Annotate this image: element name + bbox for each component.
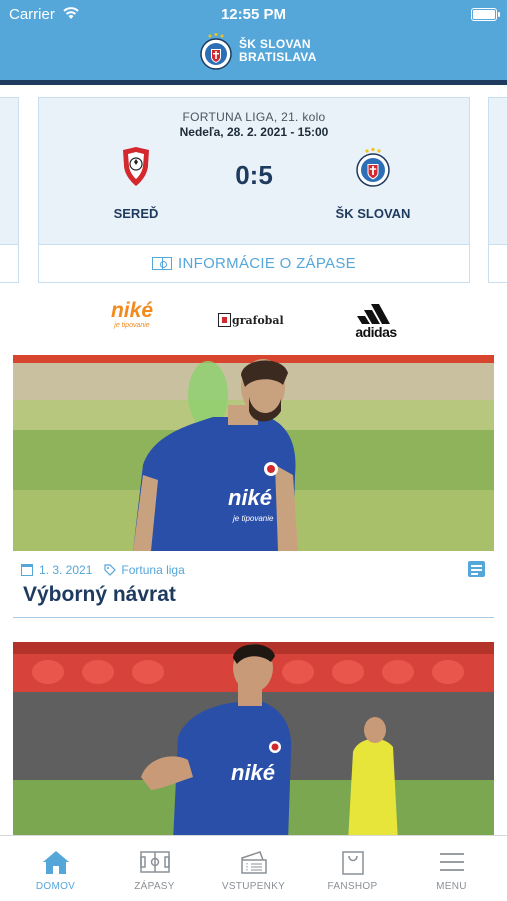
hamburger-icon — [440, 853, 464, 871]
shopping-bag-icon — [342, 851, 364, 875]
adidas-logo-word: adidas — [355, 324, 397, 340]
grafobal-sponsor-logo[interactable]: grafobal — [218, 310, 290, 330]
club-crest-icon — [200, 33, 232, 70]
news-article[interactable]: niké — [13, 642, 494, 842]
article-photo[interactable]: niké — [13, 642, 494, 842]
match-info-button[interactable]: INFORMÁCIE O ZÁPASE — [39, 244, 469, 282]
adidas-sponsor-logo[interactable]: adidas — [346, 300, 406, 345]
previous-match-card[interactable] — [0, 97, 19, 283]
clock: 12:55 PM — [220, 6, 287, 23]
article-divider — [13, 617, 494, 618]
article-photo-image: niké — [13, 642, 494, 842]
article-meta: 1. 3. 2021 Fortuna liga — [21, 563, 185, 577]
article-photo[interactable]: niké je tipovanie — [13, 355, 494, 551]
shirt-sponsor-text: niké — [231, 760, 275, 785]
nike-sponsor-logo[interactable]: niké je tipovanie — [110, 300, 154, 345]
app-header: Carrier 12:55 PM ŠK SLOVAN BRATISLAVA — [0, 0, 507, 80]
away-team-name: ŠK SLOVAN — [335, 206, 411, 221]
tab-domov[interactable]: DOMOV — [5, 836, 106, 901]
nike-logo-word: niké — [110, 299, 154, 322]
next-match-card[interactable] — [488, 97, 507, 283]
tab-bar: DOMOV ZÁPASY VSTUPENKY FANSHOP MENU — [0, 835, 507, 900]
brand[interactable]: ŠK SLOVAN BRATISLAVA — [0, 30, 507, 74]
grafobal-logo-word: grafobal — [232, 313, 284, 327]
shirt-sponsor-text: niké — [228, 485, 272, 510]
calendar-icon — [21, 564, 33, 576]
news-article[interactable]: niké je tipovanie 1. 3. 2021 Fortuna lig… — [13, 355, 494, 618]
article-category[interactable]: Fortuna liga — [121, 563, 184, 577]
sponsor-strip: niké je tipovanie grafobal adidas — [0, 300, 507, 345]
home-icon — [43, 851, 69, 874]
brand-title-line2: BRATISLAVA — [239, 50, 317, 64]
tab-vstupenky[interactable]: VSTUPENKY — [203, 836, 304, 901]
tab-label: VSTUPENKY — [221, 881, 286, 892]
article-date: 1. 3. 2021 — [39, 563, 93, 577]
nike-logo-tagline: je tipovanie — [114, 322, 150, 329]
match-carousel[interactable]: FORTUNA LIGA, 21. kolo Nedeľa, 28. 2. 20… — [0, 85, 507, 290]
tab-label: MENU — [436, 881, 467, 892]
tag-icon — [104, 564, 117, 576]
slovan-logo-icon — [356, 147, 390, 187]
tab-label: DOMOV — [35, 881, 76, 892]
grafobal-mark-icon — [218, 313, 231, 327]
article-title[interactable]: Výborný návrat — [23, 583, 176, 607]
article-photo-image: niké je tipovanie — [13, 355, 494, 551]
tab-fanshop[interactable]: FANSHOP — [302, 836, 403, 901]
shirt-sponsor-tagline: je tipovanie — [232, 514, 274, 523]
brand-title: ŠK SLOVAN BRATISLAVA — [239, 38, 317, 64]
tickets-icon — [241, 851, 267, 874]
match-competition: FORTUNA LIGA, 21. kolo — [182, 110, 326, 124]
match-info-label: INFORMÁCIE O ZÁPASE — [178, 255, 356, 272]
tab-label: FANSHOP — [327, 881, 378, 892]
battery-icon — [471, 8, 500, 21]
adidas-stripes-icon — [357, 304, 390, 324]
status-bar: Carrier 12:55 PM — [0, 4, 507, 24]
tab-label: ZÁPASY — [134, 881, 175, 892]
pitch-icon — [152, 257, 173, 270]
tab-menu[interactable]: MENU — [401, 836, 502, 901]
article-type-icon — [468, 561, 485, 577]
tab-zapasy[interactable]: ZÁPASY — [104, 836, 205, 901]
match-date: Nedeľa, 28. 2. 2021 - 15:00 — [179, 125, 329, 139]
match-score: 0:5 — [235, 160, 273, 190]
pitch-icon — [140, 851, 170, 873]
match-card[interactable]: FORTUNA LIGA, 21. kolo Nedeľa, 28. 2. 20… — [38, 97, 470, 283]
home-team-name: SEREĎ — [113, 206, 159, 221]
